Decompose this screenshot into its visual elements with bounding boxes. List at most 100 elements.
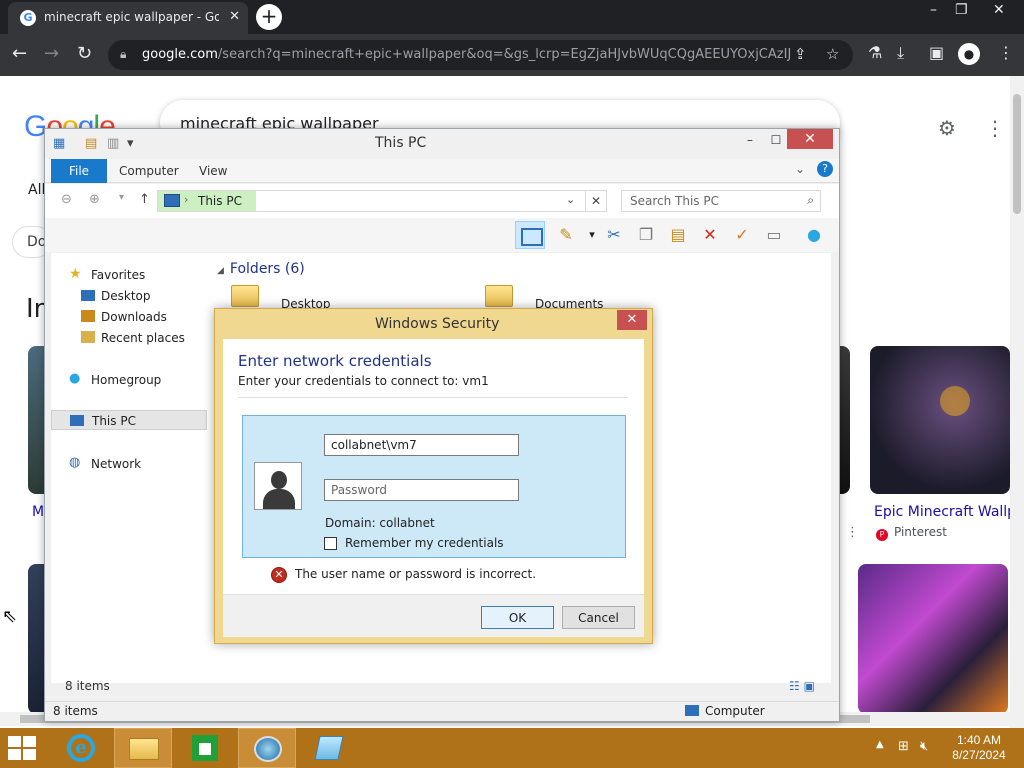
- settings-gear-icon[interactable]: ⚙: [938, 116, 956, 140]
- explorer-forward-icon[interactable]: ⊕: [89, 192, 100, 207]
- new-tab-button[interactable]: +: [256, 4, 282, 30]
- expand-ribbon-icon[interactable]: ⌄: [795, 162, 805, 176]
- explorer-location-box[interactable]: › This PC ⌄: [157, 190, 607, 212]
- customize-qat-icon[interactable]: ▾: [127, 136, 134, 151]
- lab-flask-icon[interactable]: ⚗: [868, 43, 882, 62]
- tab-computer[interactable]: Computer: [119, 164, 179, 178]
- properties-icon[interactable]: ▤: [85, 136, 97, 151]
- up-arrow-icon[interactable]: ↑: [139, 192, 150, 207]
- checkbox-box[interactable]: [324, 537, 337, 550]
- explorer-titlebar[interactable]: ▦ ▤ ▥ ▾ This PC – ☐ ✕: [45, 129, 839, 159]
- browser-toolbar: ← → ↻ 🔒︎ google.com/search?q=minecraft+e…: [0, 34, 1024, 76]
- remember-credentials-checkbox[interactable]: Remember my credentials: [324, 536, 564, 552]
- ok-button[interactable]: OK: [481, 606, 554, 629]
- new-folder-icon[interactable]: ▥: [107, 136, 119, 151]
- pinterest-icon: P: [876, 529, 888, 541]
- view-toggle-icons[interactable]: ☷ ▣: [789, 679, 815, 693]
- explorer-close-button[interactable]: ✕: [787, 129, 833, 149]
- taskbar-notepad[interactable]: [300, 728, 358, 768]
- error-message: The user name or password is incorrect.: [295, 567, 537, 581]
- tab-view[interactable]: View: [199, 164, 227, 178]
- delete-icon[interactable]: ✕: [697, 223, 723, 247]
- downloads-folder-icon: [81, 310, 95, 322]
- taskbar: e ▲ ⊞ 🔇︎ 1:40 AM 8/27/2024: [0, 728, 1024, 768]
- network-icon[interactable]: ●: [801, 223, 827, 247]
- nav-favorites[interactable]: ★ Favorites: [51, 265, 207, 285]
- password-input[interactable]: [324, 479, 519, 501]
- nav-downloads[interactable]: Downloads: [51, 307, 207, 327]
- cut-icon[interactable]: ✂: [601, 223, 627, 247]
- taskbar-store[interactable]: [176, 728, 234, 768]
- taskbar-clock[interactable]: 1:40 AM 8/27/2024: [942, 733, 1016, 763]
- more-options-icon[interactable]: ⋮: [846, 525, 859, 540]
- volume-muted-icon[interactable]: 🔇︎: [920, 739, 928, 754]
- check-icon[interactable]: ✓: [729, 223, 755, 247]
- location-dropdown-icon[interactable]: ⌄: [566, 193, 575, 206]
- tab-all[interactable]: All: [28, 182, 45, 198]
- network-tray-icon[interactable]: ⊞: [898, 739, 909, 754]
- error-icon: ✕: [271, 567, 287, 583]
- tab-file[interactable]: File: [51, 159, 107, 183]
- window-restore-button[interactable]: ❐: [955, 2, 968, 18]
- explorer-search-input[interactable]: Search This PC ⌕: [621, 190, 821, 212]
- file-explorer-icon: [129, 738, 159, 760]
- tab-close-icon[interactable]: ✕: [229, 9, 240, 24]
- nav-desktop[interactable]: Desktop: [51, 286, 207, 306]
- window-minimize-button[interactable]: –: [930, 2, 937, 18]
- credential-tile[interactable]: Domain: collabnet Remember my credential…: [242, 415, 626, 558]
- item-count: 8 items: [65, 679, 110, 693]
- dialog-titlebar[interactable]: Windows Security ✕: [215, 309, 652, 339]
- image-result-caption[interactable]: Epic Minecraft Wallpa: [874, 504, 1014, 520]
- navigation-pane: ★ Favorites Desktop Downloads Recent pla…: [51, 253, 211, 683]
- image-result-thumbnail[interactable]: [870, 346, 1010, 494]
- nav-this-pc[interactable]: This PC: [51, 410, 207, 430]
- bookmark-star-icon[interactable]: ☆: [826, 45, 839, 63]
- breadcrumb-this-pc[interactable]: This PC: [198, 194, 242, 208]
- taskbar-internet-explorer[interactable]: e: [52, 728, 110, 768]
- nav-homegroup[interactable]: ● Homegroup: [51, 370, 207, 390]
- download-icon[interactable]: ⤓: [897, 43, 904, 63]
- homegroup-icon: ●: [69, 371, 81, 386]
- reload-icon[interactable]: ↻: [77, 43, 92, 64]
- username-input[interactable]: [324, 434, 519, 456]
- help-icon[interactable]: ?: [817, 161, 833, 177]
- explorer-status-bar: 8 items Computer: [45, 701, 839, 721]
- folder-icon[interactable]: [231, 285, 259, 307]
- side-panel-icon[interactable]: ▣: [929, 43, 944, 62]
- cancel-button[interactable]: Cancel: [562, 606, 635, 629]
- window-close-button[interactable]: ✕: [993, 2, 1005, 18]
- browser-tab-active[interactable]: G minecraft epic wallpaper - Goog ✕: [8, 2, 248, 34]
- domain-label: Domain: collabnet: [325, 516, 435, 530]
- clear-address-icon[interactable]: ✕: [585, 190, 607, 212]
- back-arrow-icon[interactable]: ←: [12, 43, 27, 64]
- breadcrumb-chevron-icon[interactable]: ›: [184, 193, 188, 206]
- folder-icon[interactable]: [485, 285, 513, 307]
- browser-tab-title: minecraft epic wallpaper - Goog: [44, 10, 219, 24]
- share-icon[interactable]: ⇪: [794, 45, 807, 63]
- forward-arrow-icon[interactable]: →: [44, 43, 59, 64]
- address-bar[interactable]: 🔒︎ google.com/search?q=minecraft+epic+wa…: [108, 40, 853, 70]
- start-button[interactable]: [8, 736, 38, 760]
- properties-folder-icon[interactable]: ✎: [553, 223, 579, 247]
- layout-pane-icon[interactable]: [515, 221, 545, 249]
- network-globe-icon: [254, 736, 282, 762]
- paste-icon[interactable]: ▤: [665, 223, 691, 247]
- taskbar-network-app[interactable]: [238, 728, 296, 768]
- copy-icon[interactable]: ❐: [633, 223, 659, 247]
- explorer-back-icon[interactable]: ⊖: [61, 192, 72, 207]
- nav-network[interactable]: ◍ Network: [51, 454, 207, 474]
- notepad-icon: [314, 736, 344, 760]
- profile-avatar-icon[interactable]: ●: [958, 43, 980, 65]
- folders-group-header[interactable]: ◢ Folders (6): [217, 261, 305, 277]
- browser-menu-icon[interactable]: ⋮: [998, 43, 1014, 62]
- pc-icon: ▦: [53, 136, 66, 151]
- taskbar-file-explorer[interactable]: [114, 728, 172, 768]
- image-result-thumbnail[interactable]: [858, 564, 1008, 714]
- nav-recent-places[interactable]: Recent places: [51, 328, 207, 348]
- dialog-close-button[interactable]: ✕: [617, 310, 647, 330]
- rename-icon[interactable]: ▭: [761, 223, 787, 247]
- tray-expand-icon[interactable]: ▲: [876, 739, 884, 750]
- image-result-caption[interactable]: M: [32, 504, 44, 520]
- vertical-scrollbar[interactable]: [1010, 76, 1024, 728]
- recent-locations-icon[interactable]: ▾: [119, 192, 124, 203]
